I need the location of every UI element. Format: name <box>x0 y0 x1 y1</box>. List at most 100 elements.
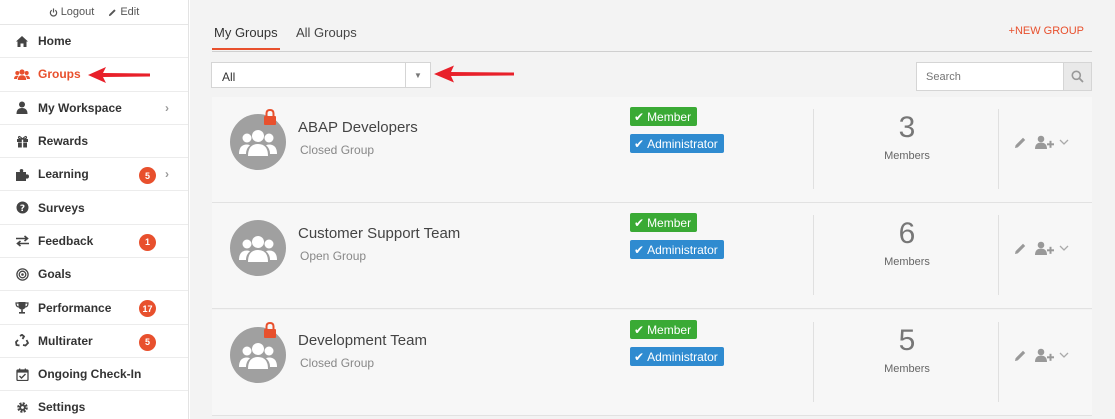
edit-group-button[interactable] <box>1014 242 1027 255</box>
annotation-arrow-filter <box>434 65 514 83</box>
sidebar-item-home[interactable]: Home <box>0 25 188 59</box>
group-actions <box>1014 241 1069 255</box>
group-users-icon <box>239 130 277 156</box>
pencil-icon <box>1015 243 1026 254</box>
member-label: Member <box>647 215 692 230</box>
group-type: Open Group <box>300 249 367 263</box>
lock-icon <box>264 109 276 125</box>
sidebar-item-feedback[interactable]: Feedback 1 <box>0 225 188 259</box>
sidebar-item-learning[interactable]: Learning 5 › <box>0 158 188 192</box>
divider <box>813 322 814 402</box>
sidebar-item-rewards[interactable]: Rewards <box>0 125 188 159</box>
administrator-badge: ✔ Administrator <box>630 240 724 259</box>
power-icon <box>49 7 57 16</box>
filter-value: All <box>222 70 236 84</box>
group-avatar <box>230 114 286 170</box>
sidebar-item-label: Surveys <box>38 200 85 215</box>
group-card[interactable]: Development Team Closed Group ✔ Member ✔ A… <box>212 310 1092 416</box>
administrator-badge: ✔ Administrator <box>630 134 724 153</box>
sidebar-item-label: Home <box>38 34 72 49</box>
administrator-label: Administrator <box>647 136 718 151</box>
pencil-icon <box>1015 350 1026 361</box>
group-card[interactable]: ABAP Developers Closed Group ✔ Member ✔ Ad… <box>212 97 1092 203</box>
home-icon <box>14 33 30 49</box>
sidebar-item-ongoing-check-in[interactable]: Ongoing Check-In <box>0 358 188 392</box>
user-icon <box>14 100 30 116</box>
sidebar-item-settings[interactable]: Settings <box>0 391 188 419</box>
search-button[interactable] <box>1063 63 1091 90</box>
edit-group-button[interactable] <box>1014 136 1027 149</box>
caret-down-icon: ▼ <box>405 63 430 87</box>
sidebar-item-label: Multirater <box>38 333 93 348</box>
search-icon <box>1071 70 1084 83</box>
group-card[interactable]: Customer Support Team Open Group ✔ Member… <box>212 203 1092 309</box>
add-member-button[interactable] <box>1035 348 1069 362</box>
sidebar-item-label: Rewards <box>38 134 89 149</box>
administrator-badge: ✔ Administrator <box>630 347 724 366</box>
gear-icon <box>14 399 30 415</box>
group-filter-select[interactable]: All ▼ <box>211 62 431 88</box>
tab-all-groups[interactable]: All Groups <box>296 25 357 40</box>
sidebar-item-multirater[interactable]: Multirater 5 <box>0 325 188 358</box>
add-member-button[interactable] <box>1035 241 1069 255</box>
pencil-icon <box>1015 137 1026 148</box>
administrator-label: Administrator <box>647 349 718 364</box>
user-plus-icon <box>1035 348 1054 362</box>
chevron-down-icon <box>1059 352 1069 358</box>
chevron-right-icon: › <box>165 167 169 182</box>
gift-icon <box>14 133 30 149</box>
search-box <box>916 62 1092 91</box>
member-count: 6 <box>898 217 916 250</box>
check-icon: ✔ <box>634 136 645 151</box>
question-icon: ? <box>14 200 30 216</box>
member-count-label: Members <box>884 363 930 375</box>
divider <box>998 109 999 189</box>
sidebar-item-performance[interactable]: Performance 17 <box>0 291 188 325</box>
learning-badge: 5 <box>139 167 156 185</box>
member-count: 3 <box>898 111 916 144</box>
divider <box>998 215 999 295</box>
main-content: My Groups All Groups +NEW GROUP All ▼ AB… <box>190 0 1115 419</box>
group-name[interactable]: ABAP Developers <box>298 119 418 136</box>
new-group-button[interactable]: +NEW GROUP <box>1009 25 1084 37</box>
group-users-icon <box>239 236 277 262</box>
edit-group-button[interactable] <box>1014 349 1027 362</box>
puzzle-icon <box>14 166 30 182</box>
member-label: Member <box>647 109 692 124</box>
search-input[interactable] <box>917 63 1063 90</box>
member-label: Member <box>647 322 692 337</box>
check-icon: ✔ <box>634 215 645 230</box>
sidebar-item-label: Goals <box>38 267 72 282</box>
group-avatar <box>230 220 286 276</box>
sidebar-item-label: Feedback <box>38 233 94 248</box>
target-icon <box>14 266 30 282</box>
pencil-icon <box>109 8 116 16</box>
recycle-icon <box>14 333 30 349</box>
sidebar-item-label: My Workspace <box>38 100 122 115</box>
sidebar-item-goals[interactable]: Goals <box>0 258 188 292</box>
divider <box>998 322 999 402</box>
tab-my-groups[interactable]: My Groups <box>212 25 280 50</box>
group-name[interactable]: Customer Support Team <box>298 225 460 242</box>
sidebar-item-my-workspace[interactable]: My Workspace › <box>0 92 188 125</box>
trophy-icon <box>14 300 30 316</box>
chevron-right-icon: › <box>165 100 169 115</box>
member-badge: ✔ Member <box>630 320 698 339</box>
sidebar-item-label: Performance <box>38 300 112 315</box>
user-plus-icon <box>1035 241 1054 255</box>
group-tabs: My Groups All Groups +NEW GROUP <box>212 14 1092 52</box>
add-member-button[interactable] <box>1035 135 1069 149</box>
edit-link[interactable]: Edit <box>108 6 139 18</box>
sidebar-item-label: Settings <box>38 400 86 415</box>
top-links: Logout Edit <box>0 0 188 25</box>
sidebar: Logout Edit Home Groups My Workspace › R… <box>0 0 189 419</box>
sidebar-item-surveys[interactable]: ? Surveys <box>0 191 188 225</box>
calendar-check-icon <box>14 366 30 382</box>
logout-link[interactable]: Logout <box>49 6 94 18</box>
member-count: 5 <box>898 324 916 357</box>
chevron-down-icon <box>1059 139 1069 145</box>
exchange-icon <box>14 233 30 249</box>
group-name[interactable]: Development Team <box>298 332 427 349</box>
users-icon <box>14 66 30 82</box>
group-actions <box>1014 135 1069 149</box>
